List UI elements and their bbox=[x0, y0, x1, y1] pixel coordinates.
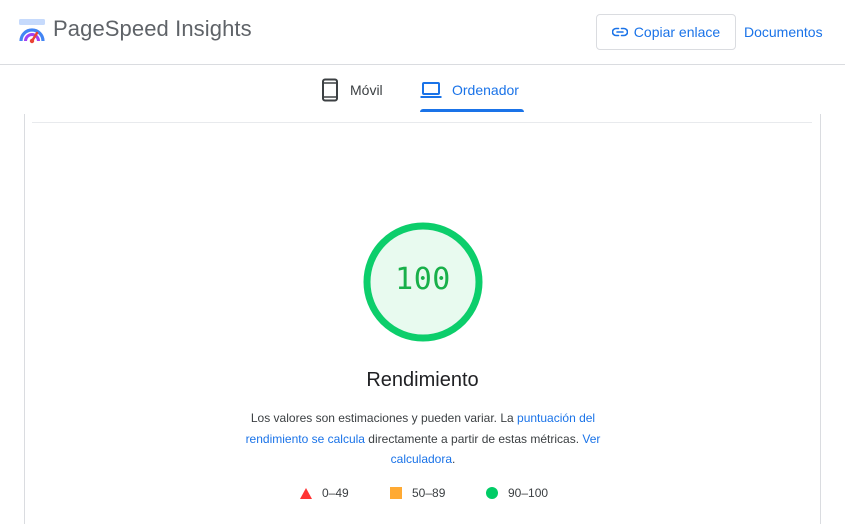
tab-mobile[interactable]: Móvil bbox=[320, 66, 383, 114]
score-legend: 0–49 50–89 90–100 bbox=[0, 486, 845, 504]
legend-label-fail: 0–49 bbox=[322, 486, 349, 500]
smartphone-icon bbox=[322, 78, 338, 102]
legend-item-fail: 0–49 bbox=[300, 486, 349, 500]
app-header: PageSpeed Insights Copiar enlace Documen… bbox=[0, 0, 845, 65]
description-text-2: directamente a partir de estas métricas. bbox=[364, 431, 583, 446]
triangle-icon bbox=[300, 487, 312, 499]
laptop-icon bbox=[420, 82, 442, 98]
panel-divider bbox=[32, 122, 812, 123]
score-title: Rendimiento bbox=[366, 369, 479, 391]
tab-desktop[interactable]: Ordenador bbox=[420, 66, 519, 114]
tab-mobile-label: Móvil bbox=[350, 82, 383, 98]
link-icon bbox=[611, 27, 628, 37]
selected-tab-indicator bbox=[420, 109, 524, 112]
legend-label-average: 50–89 bbox=[412, 486, 446, 500]
docs-link[interactable]: Documentos bbox=[744, 24, 823, 40]
legend-item-average: 50–89 bbox=[390, 486, 445, 500]
device-tabs: Móvil Ordenador bbox=[0, 66, 845, 114]
score-value: 100 bbox=[395, 262, 451, 297]
score-description: Los valores son estimaciones y pueden va… bbox=[235, 408, 611, 470]
description-text-3: . bbox=[452, 452, 456, 466]
app-title: PageSpeed Insights bbox=[53, 16, 252, 41]
tab-desktop-label: Ordenador bbox=[452, 82, 519, 98]
circle-icon bbox=[486, 487, 498, 499]
description-text-1: Los valores son estimaciones y pueden va… bbox=[250, 411, 518, 425]
legend-label-pass: 90–100 bbox=[508, 486, 549, 500]
copy-link-label: Copiar enlace bbox=[633, 24, 721, 40]
square-icon bbox=[390, 487, 402, 499]
copy-link-button[interactable]: Copiar enlace bbox=[596, 14, 736, 50]
legend-item-pass: 90–100 bbox=[486, 486, 548, 500]
pagespeed-logo-icon[interactable] bbox=[18, 18, 46, 44]
